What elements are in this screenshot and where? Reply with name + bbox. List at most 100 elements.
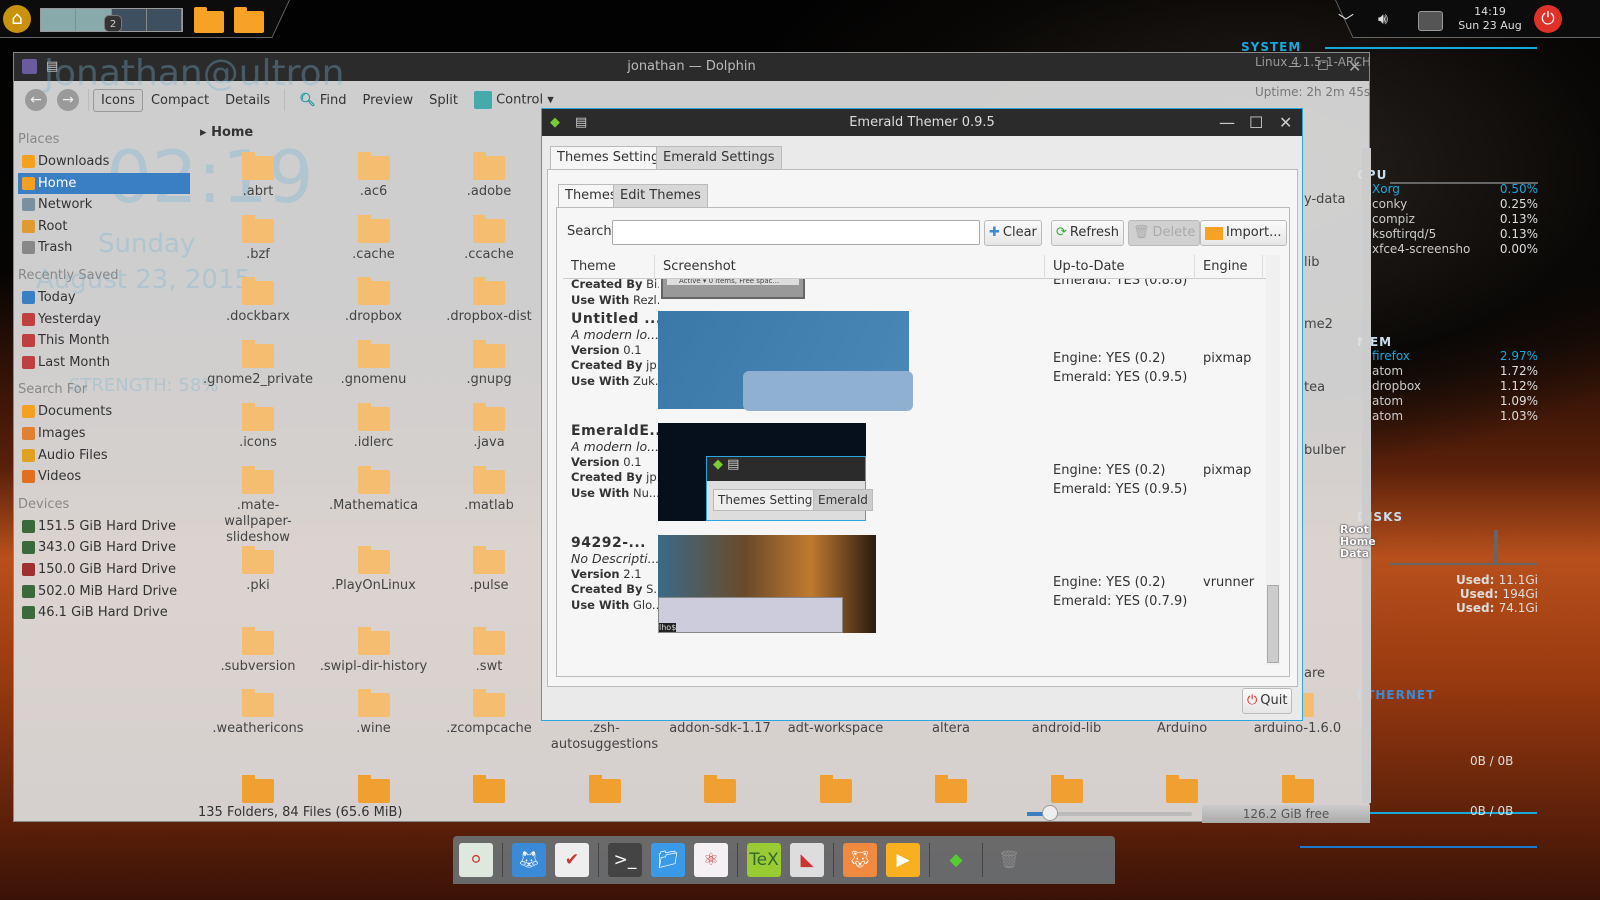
compact-view-button[interactable]: Compact — [143, 89, 217, 112]
sidebar-item[interactable]: Trash — [14, 237, 196, 259]
power-icon[interactable]: ⏻ — [1534, 5, 1562, 33]
inkscape-icon[interactable]: ◣ — [790, 843, 824, 877]
split-button[interactable]: Split — [421, 89, 466, 112]
network-icon[interactable] — [1418, 11, 1443, 31]
sidebar-item[interactable]: Videos — [14, 466, 196, 488]
file-item[interactable]: .ac6 — [319, 152, 429, 200]
file-item[interactable]: .matlab — [434, 466, 544, 514]
file-item[interactable]: .swt — [434, 627, 544, 675]
file-item[interactable] — [665, 775, 775, 807]
window-menu-icon[interactable]: ▤ — [575, 109, 587, 136]
file-item[interactable]: .java — [434, 403, 544, 451]
file-name[interactable]: bulber — [1304, 443, 1346, 458]
sidebar-item[interactable]: Images — [14, 423, 196, 445]
sidebar-item[interactable]: Last Month — [14, 352, 196, 374]
preview-button[interactable]: Preview — [355, 89, 422, 112]
file-item[interactable]: .subversion — [203, 627, 313, 675]
column-up-to-date[interactable]: Up-to-Date — [1045, 255, 1195, 279]
sidebar-item[interactable]: 502.0 MiB Hard Drive — [14, 581, 196, 603]
sidebar-item[interactable]: Home — [18, 172, 190, 195]
file-name[interactable]: lib — [1304, 255, 1319, 270]
file-item[interactable]: .zcompcache — [434, 689, 544, 737]
file-item[interactable]: .icons — [203, 403, 313, 451]
file-item[interactable]: .wine — [319, 689, 429, 737]
clock[interactable]: 14:19 Sun 23 Aug — [1455, 5, 1525, 33]
icons-view-button[interactable]: Icons — [93, 88, 143, 112]
find-button[interactable]: 🔍︎ Find — [291, 89, 354, 112]
file-name[interactable]: me2 — [1304, 317, 1333, 332]
file-item[interactable] — [1243, 775, 1353, 807]
file-item[interactable] — [434, 775, 544, 807]
dolphin-app-icon[interactable] — [22, 59, 37, 74]
sidebar-item[interactable]: Today — [14, 287, 196, 309]
home-menu-button[interactable]: ⌂ — [3, 5, 31, 33]
minimize-icon[interactable]: — — [1219, 109, 1235, 136]
file-item[interactable]: .abrt — [203, 152, 313, 200]
emerald-titlebar[interactable]: Emerald Themer 0.9.5 ◆ ▤ — ☐ ✕ — [542, 109, 1302, 136]
refresh-button[interactable]: ⟳ Refresh — [1051, 220, 1124, 246]
sidebar-item[interactable]: 46.1 GiB Hard Drive — [14, 602, 196, 624]
file-name[interactable]: y-data — [1304, 192, 1345, 207]
table-row[interactable]: 94292-... No Descripti... Version 2.1 Creat… — [563, 535, 1266, 635]
file-item[interactable]: .dropbox-dist — [434, 277, 544, 325]
sidebar-item[interactable]: Documents — [14, 401, 196, 423]
quit-button[interactable]: ⏻ Quit — [1242, 688, 1293, 714]
sidebar-item[interactable]: 343.0 GiB Hard Drive — [14, 537, 196, 559]
emerald-icon[interactable]: ◆ — [939, 843, 973, 877]
maximize-icon[interactable]: ☐ — [1249, 109, 1263, 136]
scrollbar[interactable] — [1266, 255, 1280, 665]
file-item[interactable]: .adobe — [434, 152, 544, 200]
vlc-icon[interactable]: ▶ — [886, 843, 920, 877]
file-item[interactable]: .weathericons — [203, 689, 313, 737]
column-screenshot[interactable]: Screenshot — [655, 255, 1045, 279]
breadcrumb[interactable]: ▸ Home — [200, 125, 253, 140]
sidebar-item[interactable]: 150.0 GiB Hard Drive — [14, 559, 196, 581]
sidebar-item[interactable]: Root — [14, 216, 196, 238]
file-name[interactable]: are — [1304, 666, 1325, 681]
tab-edit-themes[interactable]: Edit Themes — [613, 184, 708, 208]
column-theme[interactable]: Theme — [563, 255, 655, 279]
zoom-slider-handle[interactable] — [1042, 805, 1058, 821]
tasks-icon[interactable]: ✔ — [555, 843, 589, 877]
file-item[interactable]: .dropbox — [319, 277, 429, 325]
file-item[interactable]: .gnomenu — [319, 340, 429, 388]
texmaker-icon[interactable]: TeX — [747, 843, 781, 877]
atom-icon[interactable]: ⚛ — [694, 843, 728, 877]
file-item[interactable]: .Mathematica — [319, 466, 429, 514]
volume-icon[interactable]: 🔊︎ — [1378, 9, 1388, 29]
file-item[interactable]: .ccache — [434, 215, 544, 263]
file-item[interactable] — [1012, 775, 1122, 807]
file-item[interactable]: .pulse — [434, 546, 544, 594]
trash-icon[interactable]: 🗑︎ — [992, 843, 1026, 877]
import-button[interactable]: Import... — [1200, 220, 1287, 246]
scrollbar-thumb[interactable] — [1267, 585, 1279, 663]
sidebar-item[interactable]: Yesterday — [14, 309, 196, 331]
forward-button[interactable]: → — [57, 89, 79, 111]
file-name[interactable]: tea — [1304, 380, 1325, 395]
file-item[interactable]: .idlerc — [319, 403, 429, 451]
search-input[interactable] — [612, 220, 980, 245]
file-manager-icon[interactable]: 📁︎ — [651, 843, 685, 877]
back-button[interactable]: ← — [25, 89, 47, 111]
sidebar-item[interactable]: Downloads — [14, 151, 196, 173]
terminal-icon[interactable]: >_ — [608, 843, 642, 877]
sidebar-item[interactable]: This Month — [14, 330, 196, 352]
breadcrumb-home[interactable]: Home — [211, 125, 253, 140]
folder-launcher-icon[interactable] — [234, 7, 264, 33]
toggle-app-icon[interactable]: ⚪ — [459, 843, 493, 877]
tab-themes-settings[interactable]: Themes Settings — [550, 146, 674, 170]
workspace-4[interactable] — [147, 9, 182, 31]
file-item[interactable]: .mate-wallpaper-slideshow — [203, 466, 313, 546]
file-item[interactable]: .dockbarx — [203, 277, 313, 325]
file-item[interactable]: .bzf — [203, 215, 313, 263]
details-view-button[interactable]: Details — [217, 89, 278, 112]
sidebar-item[interactable]: 151.5 GiB Hard Drive — [14, 516, 196, 538]
sidebar-item[interactable]: Audio Files — [14, 445, 196, 467]
file-item[interactable]: .swipl-dir-history — [319, 627, 429, 675]
workspace-1[interactable] — [41, 9, 77, 31]
clear-button[interactable]: ✚ Clear — [984, 220, 1042, 246]
table-row[interactable]: EmeraldE... A modern lo... Version 0.1 Crea… — [563, 423, 1266, 523]
file-item[interactable]: .cache — [319, 215, 429, 263]
column-engine[interactable]: Engine — [1195, 255, 1263, 279]
file-item[interactable] — [319, 775, 429, 807]
